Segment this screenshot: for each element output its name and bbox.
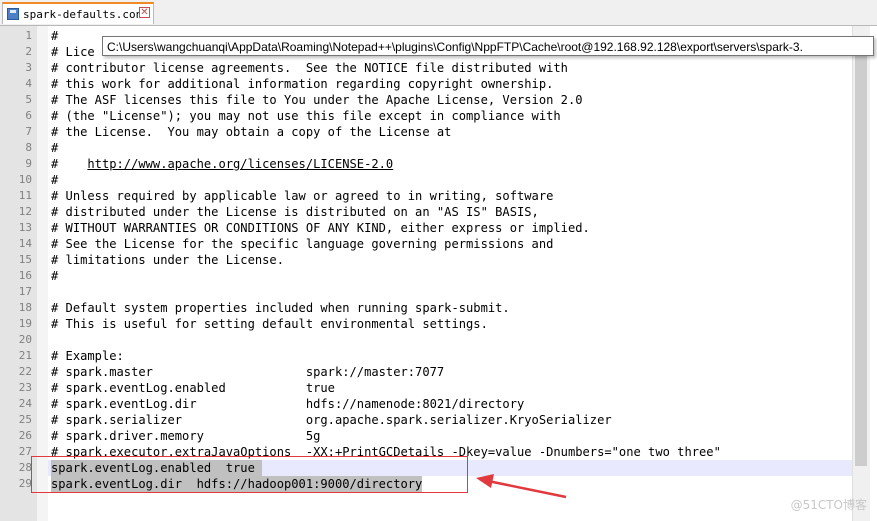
file-path-tooltip: C:\Users\wangchuanqi\AppData\Roaming\Not…	[102, 36, 874, 56]
code-line-text: # distributed under the License is distr…	[51, 205, 539, 219]
line-number: 15	[18, 253, 32, 266]
code-line-text: #	[51, 173, 59, 187]
code-line-text: # the License. You may obtain a copy of …	[51, 125, 452, 139]
code-line[interactable]: #	[51, 140, 58, 156]
code-line-text: #	[51, 269, 59, 283]
watermark: @51CTO博客	[790, 498, 867, 512]
code-line[interactable]: # contributor license agreements. See th…	[51, 60, 568, 76]
code-line-text: # The ASF licenses this file to You unde…	[51, 93, 583, 107]
line-number: 24	[18, 397, 32, 410]
line-number: 21	[18, 349, 32, 362]
line-number: 27	[18, 445, 32, 458]
code-line-text: #	[51, 29, 59, 43]
line-number: 18	[18, 301, 32, 314]
code-line[interactable]: # spark.master spark://master:7077	[51, 364, 444, 380]
line-number: 29	[18, 477, 32, 490]
line-number: 7	[25, 125, 32, 138]
line-number: 16	[18, 269, 32, 282]
tab-label: spark-defaults.conf	[23, 7, 149, 21]
code-line[interactable]: # http://www.apache.org/licenses/LICENSE…	[51, 156, 393, 172]
code-line[interactable]: # Example:	[51, 348, 124, 364]
line-number: 17	[18, 285, 32, 298]
line-number: 19	[18, 317, 32, 330]
vertical-scrollbar[interactable]	[852, 26, 870, 521]
code-line[interactable]: # This is useful for setting default env…	[51, 316, 488, 332]
line-number: 3	[25, 61, 32, 74]
code-line-text: # (the "License"); you may not use this …	[51, 109, 561, 123]
line-number: 10	[18, 173, 32, 186]
line-number-gutter: 1 2 3 4 5 6 7 8 9 10 11 12 13 14 15 16 17 18 19 20 21 22 23 24 2…	[0, 26, 37, 521]
code-line[interactable]: #	[51, 28, 58, 44]
line-number: 1	[25, 29, 32, 42]
code-line[interactable]: #	[51, 172, 58, 188]
line-number: 11	[18, 189, 32, 202]
annotation-arrow-icon	[476, 474, 567, 499]
code-line[interactable]: # spark.eventLog.dir hdfs://namenode:802…	[51, 396, 524, 412]
code-line[interactable]: # Default system properties included whe…	[51, 300, 510, 316]
line-number: 22	[18, 365, 32, 378]
code-line-text: # spark.driver.memory 5g	[51, 429, 321, 443]
line-number: 9	[25, 157, 32, 170]
line-number: 6	[25, 109, 32, 122]
code-line-text: # spark.eventLog.enabled true	[51, 381, 335, 395]
code-line-text: # See the License for the specific langu…	[51, 237, 554, 251]
tab-spark-defaults[interactable]: spark-defaults.conf ✕	[2, 2, 154, 24]
code-line[interactable]: # this work for additional information r…	[51, 76, 553, 92]
code-line[interactable]: # the License. You may obtain a copy of …	[51, 124, 451, 140]
license-link[interactable]: http://www.apache.org/licenses/LICENSE-2…	[87, 157, 393, 171]
code-line-text: # limitations under the License.	[51, 253, 284, 267]
fold-margin	[37, 26, 48, 521]
line-number: 12	[18, 205, 32, 218]
tab-bar: spark-defaults.conf ✕	[0, 0, 877, 26]
code-editor[interactable]: # # Lice # contributor license agreements.…	[48, 26, 852, 521]
line-number: 13	[18, 221, 32, 234]
code-line-text: # spark.eventLog.dir hdfs://namenode:802…	[51, 397, 525, 411]
code-line-text: # spark.serializer org.apache.spark.seri…	[51, 413, 612, 427]
code-line[interactable]: # Unless required by applicable law or a…	[51, 188, 553, 204]
line-number: 28	[18, 461, 32, 474]
annotation-highlight-box	[31, 456, 468, 493]
code-line[interactable]: # The ASF licenses this file to You unde…	[51, 92, 583, 108]
code-line[interactable]: # spark.driver.memory 5g	[51, 428, 320, 444]
line-number: 14	[18, 237, 32, 250]
code-line[interactable]: # See the License for the specific langu…	[51, 236, 553, 252]
line-number: 26	[18, 429, 32, 442]
code-line-text: # Example:	[51, 349, 124, 363]
code-line[interactable]: # spark.eventLog.enabled true	[51, 380, 335, 396]
code-line[interactable]: # limitations under the License.	[51, 252, 284, 268]
line-number: 5	[25, 93, 32, 106]
code-line-text: # this work for additional information r…	[51, 77, 554, 91]
line-number: 2	[25, 45, 32, 58]
save-file-icon	[7, 8, 19, 20]
code-line-text: # Unless required by applicable law or a…	[51, 189, 554, 203]
line-number: 8	[25, 141, 32, 154]
scrollbar-thumb[interactable]	[855, 46, 867, 466]
line-number: 23	[18, 381, 32, 394]
code-line[interactable]: # (the "License"); you may not use this …	[51, 108, 561, 124]
code-line-text: # Default system properties included whe…	[51, 301, 510, 315]
line-number: 20	[18, 333, 32, 346]
code-line-text: # contributor license agreements. See th…	[51, 61, 568, 75]
line-number: 4	[25, 77, 32, 90]
code-line[interactable]: #	[51, 268, 58, 284]
code-line[interactable]: # Lice	[51, 44, 95, 60]
code-line-text: # WITHOUT WARRANTIES OR CONDITIONS OF AN…	[51, 221, 590, 235]
code-line-text: # Lice	[51, 45, 95, 59]
code-line[interactable]: # spark.serializer org.apache.spark.seri…	[51, 412, 612, 428]
code-line-text: #	[51, 157, 88, 171]
code-line-text: # spark.master spark://master:7077	[51, 365, 445, 379]
code-line-text: # This is useful for setting default env…	[51, 317, 488, 331]
line-number: 25	[18, 413, 32, 426]
code-line[interactable]: # WITHOUT WARRANTIES OR CONDITIONS OF AN…	[51, 220, 590, 236]
code-line-text: #	[51, 141, 59, 155]
code-line[interactable]: # distributed under the License is distr…	[51, 204, 539, 220]
close-icon[interactable]: ✕	[139, 7, 150, 18]
